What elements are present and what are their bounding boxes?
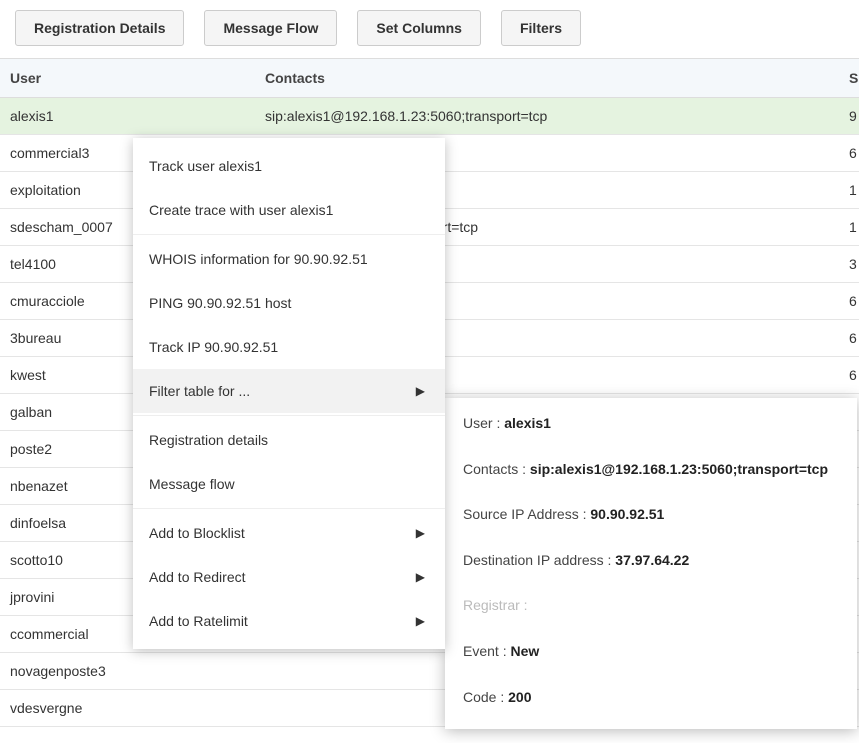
detail-registrar: Registrar : bbox=[463, 596, 839, 616]
detail-value: New bbox=[510, 643, 539, 659]
cell-s: 1 bbox=[839, 209, 859, 246]
menu-filter-table[interactable]: Filter table for ... ▶ bbox=[133, 369, 445, 413]
detail-user: User : alexis1 bbox=[463, 414, 839, 434]
detail-destination-ip: Destination IP address : 37.97.64.22 bbox=[463, 551, 839, 571]
detail-label: Source IP Address : bbox=[463, 506, 590, 522]
menu-create-trace[interactable]: Create trace with user alexis1 bbox=[133, 188, 445, 232]
cell-s: 3 bbox=[839, 246, 859, 283]
cell-s: 6 bbox=[839, 135, 859, 172]
detail-label: Event : bbox=[463, 643, 510, 659]
detail-value: 200 bbox=[508, 689, 531, 705]
detail-code: Code : 200 bbox=[463, 688, 839, 708]
cell-s: 6 bbox=[839, 283, 859, 320]
menu-whois[interactable]: WHOIS information for 90.90.92.51 bbox=[133, 237, 445, 281]
cell-s: 1 bbox=[839, 172, 859, 209]
set-columns-button[interactable]: Set Columns bbox=[357, 10, 481, 46]
detail-label: Contacts : bbox=[463, 461, 530, 477]
menu-ping[interactable]: PING 90.90.92.51 host bbox=[133, 281, 445, 325]
col-user[interactable]: User bbox=[0, 59, 255, 98]
cell-user: novagenposte3 bbox=[0, 653, 255, 690]
menu-label: Add to Blocklist bbox=[149, 525, 245, 541]
table-header-row: User Contacts S bbox=[0, 59, 859, 98]
detail-event: Event : New bbox=[463, 642, 839, 662]
col-s[interactable]: S bbox=[839, 59, 859, 98]
chevron-right-icon: ▶ bbox=[416, 384, 425, 398]
menu-separator bbox=[133, 234, 445, 235]
toolbar: Registration Details Message Flow Set Co… bbox=[0, 0, 859, 58]
menu-separator bbox=[133, 415, 445, 416]
cell-user: alexis1 bbox=[0, 98, 255, 135]
menu-add-blocklist[interactable]: Add to Blocklist ▶ bbox=[133, 511, 445, 555]
detail-label: Code : bbox=[463, 689, 508, 705]
menu-label: Create trace with user alexis1 bbox=[149, 202, 333, 218]
menu-label: WHOIS information for 90.90.92.51 bbox=[149, 251, 368, 267]
chevron-right-icon: ▶ bbox=[416, 526, 425, 540]
cell-user: vdesvergne bbox=[0, 690, 255, 727]
menu-label: Track user alexis1 bbox=[149, 158, 262, 174]
menu-separator bbox=[133, 508, 445, 509]
menu-label: Registration details bbox=[149, 432, 268, 448]
cell-s: 9 bbox=[839, 98, 859, 135]
cell-s: 6 bbox=[839, 320, 859, 357]
chevron-right-icon: ▶ bbox=[416, 570, 425, 584]
context-menu: Track user alexis1 Create trace with use… bbox=[133, 138, 445, 649]
menu-label: Filter table for ... bbox=[149, 383, 250, 399]
menu-label: Track IP 90.90.92.51 bbox=[149, 339, 278, 355]
filters-button[interactable]: Filters bbox=[501, 10, 581, 46]
detail-value: sip:alexis1@192.168.1.23:5060;transport=… bbox=[530, 461, 828, 477]
detail-label: Registrar : bbox=[463, 597, 528, 613]
menu-label: Add to Ratelimit bbox=[149, 613, 248, 629]
detail-label: User : bbox=[463, 415, 504, 431]
message-flow-button[interactable]: Message Flow bbox=[204, 10, 337, 46]
menu-label: Add to Redirect bbox=[149, 569, 246, 585]
menu-label: Message flow bbox=[149, 476, 235, 492]
menu-track-ip[interactable]: Track IP 90.90.92.51 bbox=[133, 325, 445, 369]
detail-source-ip: Source IP Address : 90.90.92.51 bbox=[463, 505, 839, 525]
chevron-right-icon: ▶ bbox=[416, 614, 425, 628]
detail-label: Destination IP address : bbox=[463, 552, 615, 568]
menu-message-flow[interactable]: Message flow bbox=[133, 462, 445, 506]
cell-contacts: sip:alexis1@192.168.1.23:5060;transport=… bbox=[255, 98, 839, 135]
menu-add-redirect[interactable]: Add to Redirect ▶ bbox=[133, 555, 445, 599]
menu-add-ratelimit[interactable]: Add to Ratelimit ▶ bbox=[133, 599, 445, 643]
table-row[interactable]: alexis1sip:alexis1@192.168.1.23:5060;tra… bbox=[0, 98, 859, 135]
registration-details-button[interactable]: Registration Details bbox=[15, 10, 184, 46]
menu-registration-details[interactable]: Registration details bbox=[133, 418, 445, 462]
detail-contacts: Contacts : sip:alexis1@192.168.1.23:5060… bbox=[463, 460, 839, 480]
detail-value: 90.90.92.51 bbox=[590, 506, 664, 522]
menu-label: PING 90.90.92.51 host bbox=[149, 295, 291, 311]
cell-s: 6 bbox=[839, 357, 859, 394]
menu-track-user[interactable]: Track user alexis1 bbox=[133, 144, 445, 188]
detail-tooltip: User : alexis1 Contacts : sip:alexis1@19… bbox=[445, 398, 857, 729]
detail-value: alexis1 bbox=[504, 415, 551, 431]
col-contacts[interactable]: Contacts bbox=[255, 59, 839, 98]
detail-value: 37.97.64.22 bbox=[615, 552, 689, 568]
